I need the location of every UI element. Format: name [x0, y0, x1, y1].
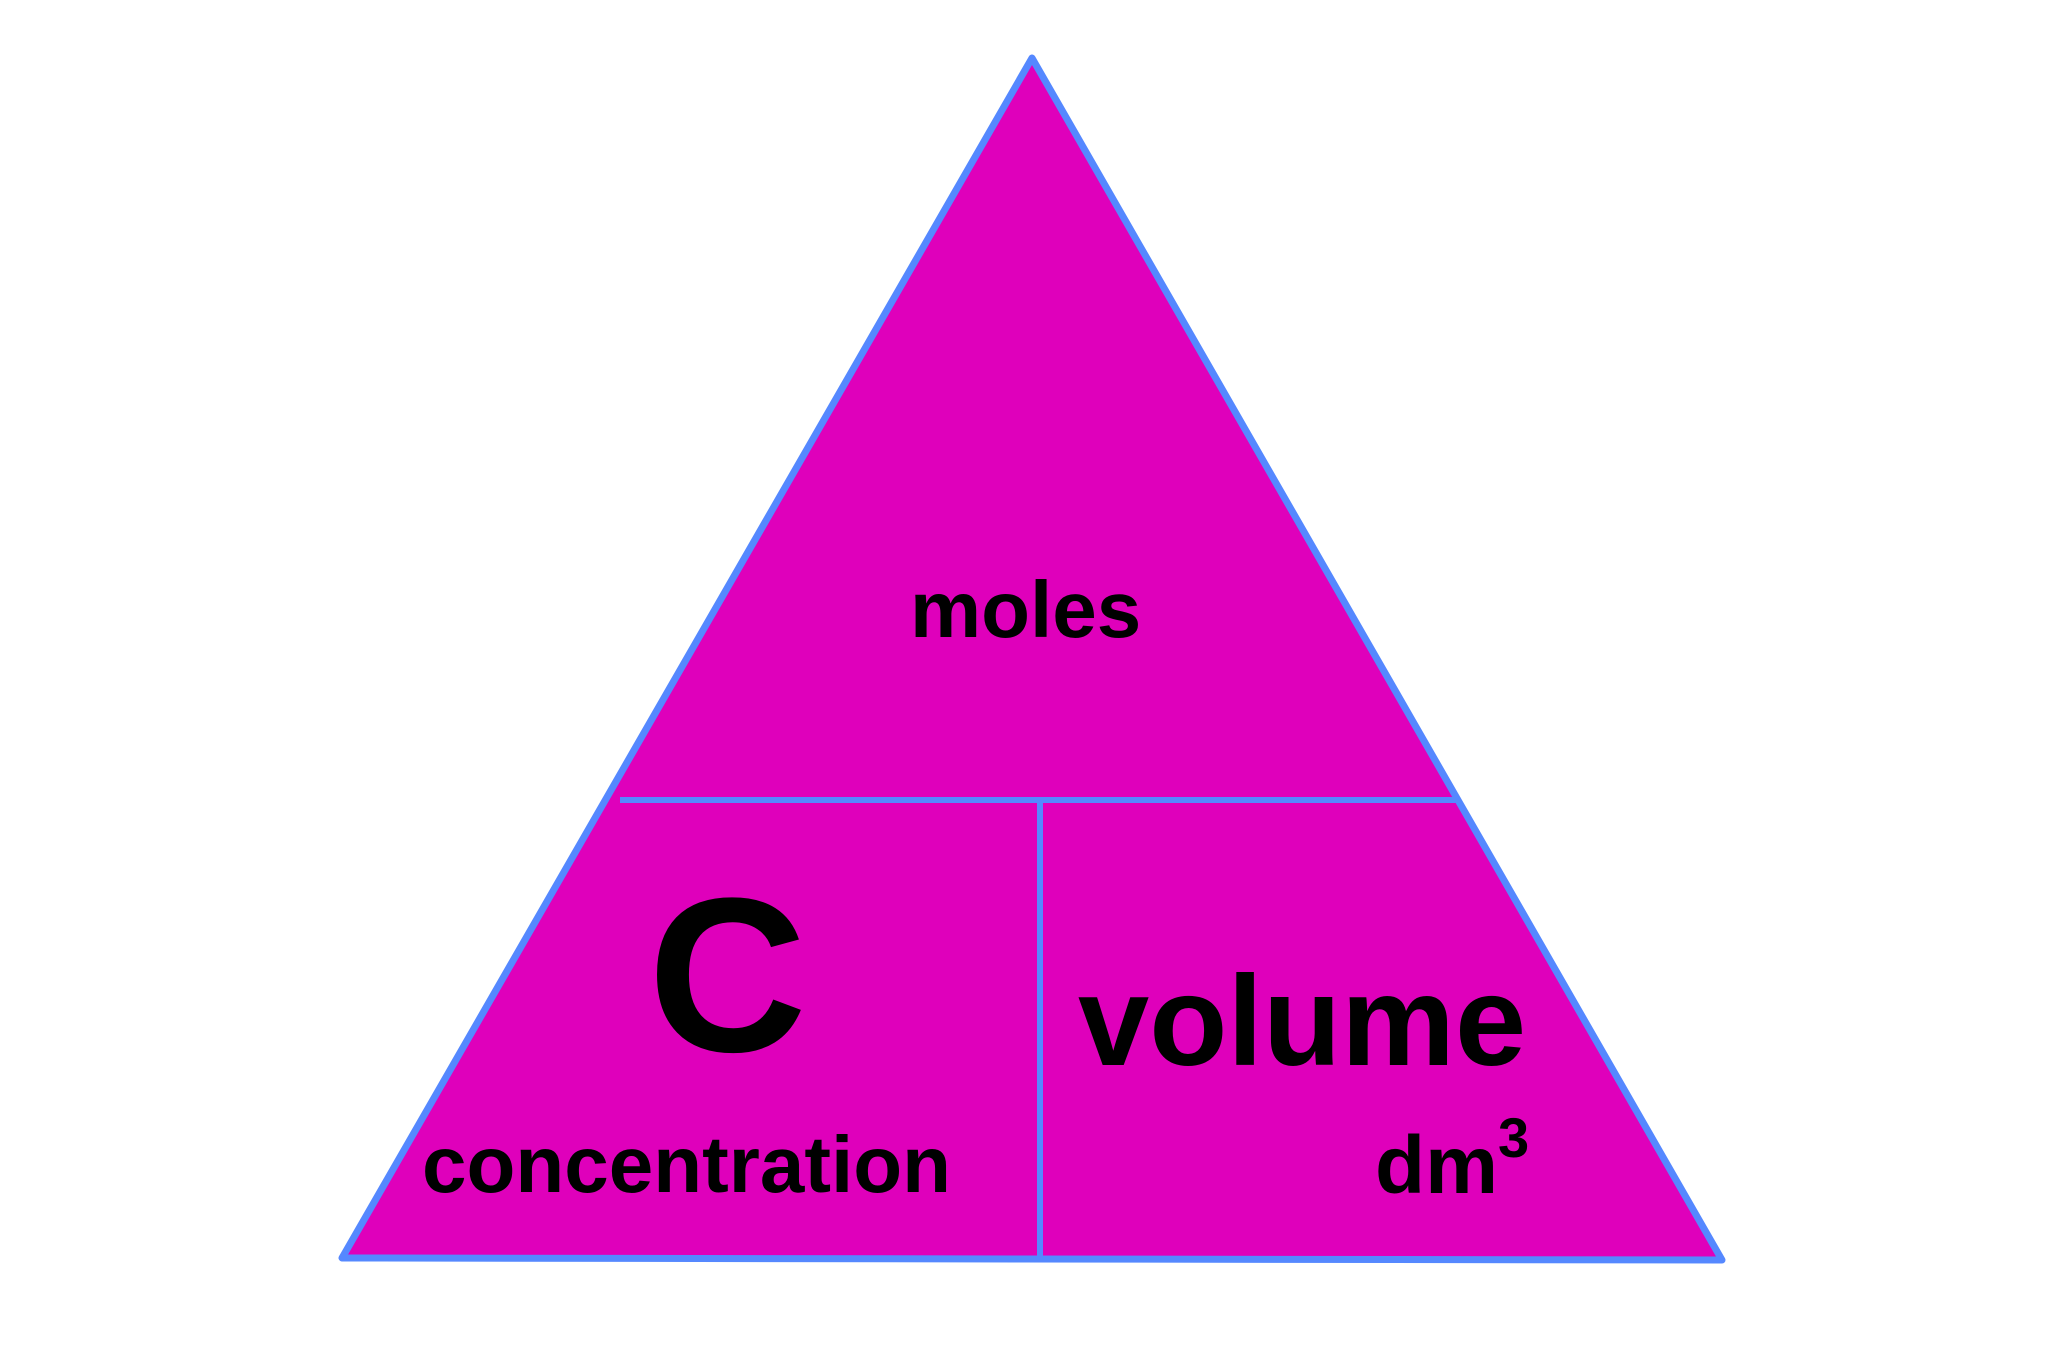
- unit-base: dm: [1375, 1120, 1498, 1211]
- unit-exponent: 3: [1498, 1106, 1530, 1169]
- volume-label: volume: [1078, 950, 1527, 1093]
- moles-label: moles: [910, 565, 1142, 654]
- formula-triangle-diagram: moles C concentration volume dm3: [0, 0, 2048, 1366]
- volume-unit: dm3: [1375, 1110, 1529, 1207]
- concentration-symbol: C: [648, 852, 807, 1098]
- concentration-label: concentration: [422, 1120, 951, 1209]
- triangle-graphic: [338, 54, 1726, 1264]
